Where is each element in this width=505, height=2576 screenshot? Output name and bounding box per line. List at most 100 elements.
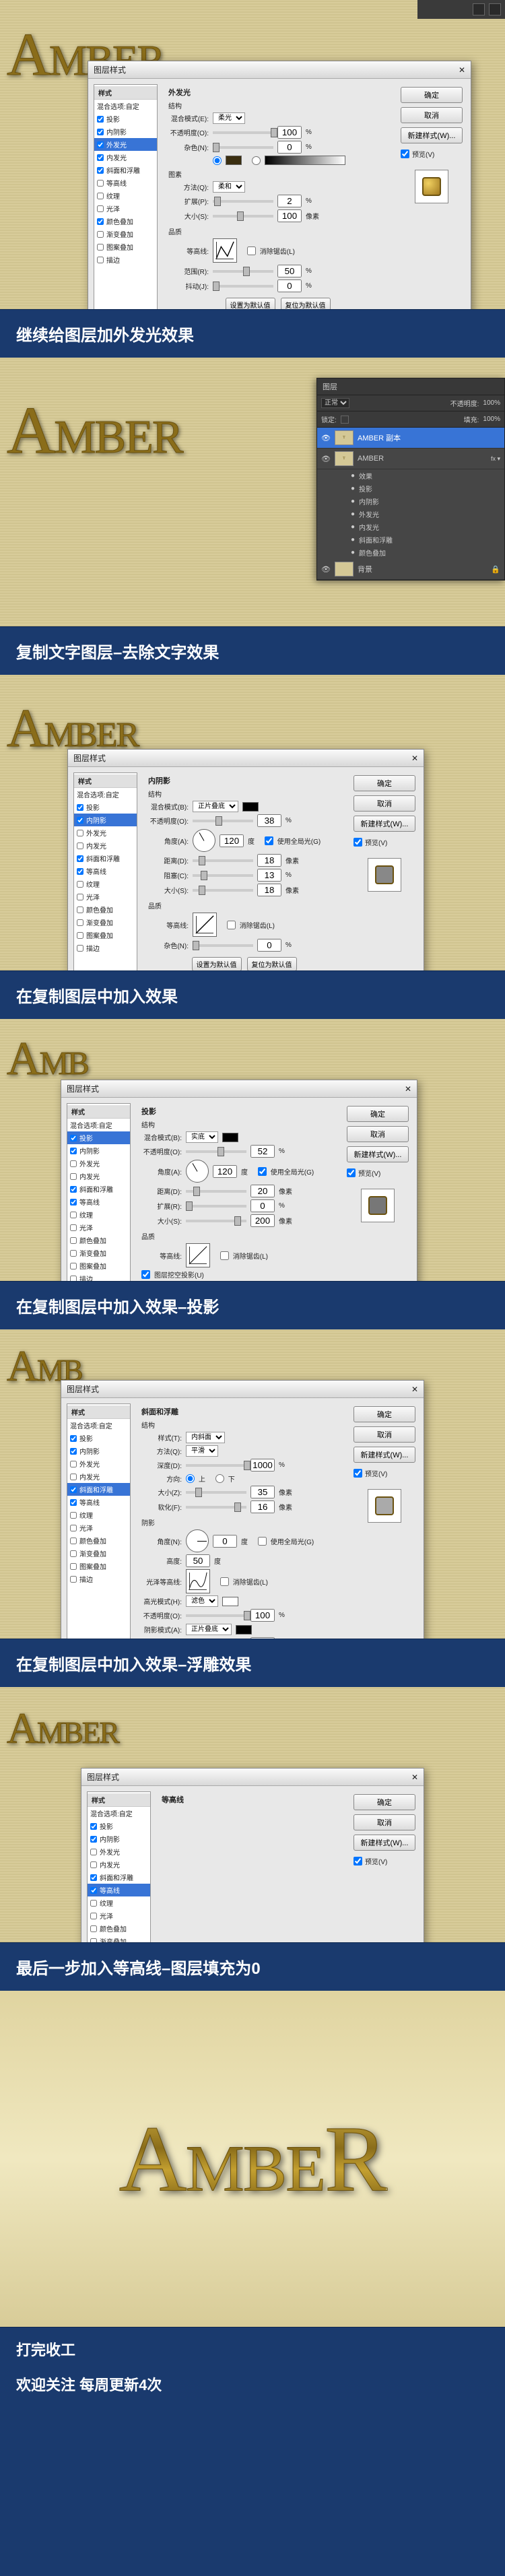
gloss-contour-picker[interactable] bbox=[186, 1569, 210, 1593]
layer-row-copy[interactable]: 👁 T AMBER 副本 bbox=[317, 428, 504, 449]
blend-mode-select[interactable]: 柔光 bbox=[213, 112, 245, 124]
style-item[interactable]: 光泽 bbox=[94, 202, 157, 215]
cancel-button[interactable]: 取消 bbox=[347, 1126, 409, 1142]
sh-opacity-input[interactable] bbox=[250, 1637, 275, 1639]
noise-slider[interactable] bbox=[193, 944, 253, 947]
highlight-mode-select[interactable]: 滤色 bbox=[186, 1595, 218, 1607]
angle-dial[interactable] bbox=[193, 829, 215, 852]
spread-slider[interactable] bbox=[186, 1205, 246, 1208]
ok-button[interactable]: 确定 bbox=[354, 775, 415, 791]
style-item[interactable]: 纹理 bbox=[74, 878, 137, 890]
style-item[interactable]: 描边 bbox=[74, 942, 137, 954]
global-light-check[interactable] bbox=[258, 1537, 267, 1546]
shadow-color[interactable] bbox=[222, 1133, 238, 1142]
angle-input[interactable] bbox=[220, 834, 244, 847]
style-item[interactable]: 等高线 bbox=[94, 176, 157, 189]
layer-row-bg[interactable]: 👁 背景 🔒 bbox=[317, 559, 504, 580]
size-slider[interactable] bbox=[193, 889, 253, 892]
choke-input[interactable] bbox=[257, 869, 281, 882]
style-item[interactable]: 内发光 bbox=[94, 151, 157, 164]
new-style-button[interactable]: 新建样式(W)... bbox=[354, 1447, 415, 1463]
distance-input[interactable] bbox=[257, 854, 281, 867]
style-item[interactable]: 外发光 bbox=[74, 826, 137, 839]
fill-value[interactable]: 100% bbox=[483, 416, 500, 423]
layers-tab[interactable]: 图层 bbox=[317, 378, 504, 395]
size-input[interactable] bbox=[277, 209, 302, 222]
fx-item[interactable]: ● 内发光 bbox=[317, 521, 504, 533]
bevel-style-select[interactable]: 内斜面 bbox=[186, 1432, 225, 1443]
size-input[interactable] bbox=[257, 884, 281, 896]
hl-opacity-input[interactable] bbox=[250, 1609, 275, 1622]
dir-down-radio[interactable] bbox=[215, 1474, 224, 1483]
shadow-color[interactable] bbox=[236, 1625, 252, 1634]
style-item-active[interactable]: 外发光 bbox=[94, 138, 157, 151]
fx-badge[interactable]: fx ▾ bbox=[491, 455, 500, 463]
blend-mode-select[interactable]: 正常 bbox=[321, 398, 349, 408]
altitude-input[interactable] bbox=[186, 1554, 210, 1567]
depth-slider[interactable] bbox=[186, 1464, 246, 1467]
shadow-color[interactable] bbox=[242, 802, 259, 812]
visibility-icon[interactable]: 👁 bbox=[321, 433, 331, 442]
set-default-button[interactable]: 设置为默认值 bbox=[226, 298, 275, 310]
style-item[interactable]: 渐变叠加 bbox=[94, 228, 157, 240]
distance-slider[interactable] bbox=[193, 859, 253, 862]
close-icon[interactable]: ✕ bbox=[459, 65, 465, 75]
style-item[interactable]: 投影 bbox=[74, 801, 137, 814]
ok-button[interactable]: 确定 bbox=[401, 87, 463, 103]
blend-mode-select[interactable]: 正片叠底 bbox=[193, 801, 238, 812]
close-icon[interactable]: ✕ bbox=[411, 1385, 418, 1394]
style-item[interactable]: 图案叠加 bbox=[94, 240, 157, 253]
glow-gradient[interactable] bbox=[265, 156, 345, 165]
opacity-slider[interactable] bbox=[213, 131, 273, 134]
dialog-titlebar[interactable]: 图层样式✕ bbox=[61, 1080, 417, 1098]
visibility-icon[interactable]: 👁 bbox=[321, 454, 331, 463]
style-item-active[interactable]: 内阴影 bbox=[74, 814, 137, 826]
new-style-button[interactable]: 新建样式(W)... bbox=[347, 1146, 409, 1162]
global-light-check[interactable] bbox=[265, 836, 273, 845]
technique-select[interactable]: 柔和 bbox=[213, 181, 245, 193]
cancel-button[interactable]: 取消 bbox=[401, 107, 463, 123]
soften-input[interactable] bbox=[250, 1500, 275, 1513]
jitter-slider[interactable] bbox=[213, 285, 273, 288]
style-item[interactable]: 斜面和浮雕 bbox=[94, 164, 157, 176]
tool-icon[interactable] bbox=[489, 3, 501, 15]
style-item-active[interactable]: 斜面和浮雕 bbox=[67, 1483, 130, 1496]
ok-button[interactable]: 确定 bbox=[347, 1106, 409, 1122]
new-style-button[interactable]: 新建样式(W)... bbox=[354, 816, 415, 832]
size-slider[interactable] bbox=[186, 1491, 246, 1494]
antialias-check[interactable] bbox=[247, 246, 256, 255]
knockout-check[interactable] bbox=[141, 1270, 150, 1279]
opacity-value[interactable]: 100% bbox=[483, 399, 500, 407]
spread-slider[interactable] bbox=[213, 200, 273, 203]
angle-input[interactable] bbox=[213, 1165, 237, 1178]
style-item[interactable]: 内发光 bbox=[74, 839, 137, 852]
reset-default-button[interactable]: 复位为默认值 bbox=[247, 957, 297, 971]
style-item[interactable]: 等高线 bbox=[74, 865, 137, 878]
spread-input[interactable] bbox=[250, 1199, 275, 1212]
opacity-input[interactable] bbox=[277, 126, 302, 139]
fx-item[interactable]: ● 内阴影 bbox=[317, 495, 504, 508]
hl-opacity-slider[interactable] bbox=[186, 1614, 246, 1617]
new-style-button[interactable]: 新建样式(W)... bbox=[354, 1835, 415, 1851]
ok-button[interactable]: 确定 bbox=[354, 1794, 415, 1810]
opacity-input[interactable] bbox=[257, 814, 281, 827]
preview-check[interactable] bbox=[401, 150, 409, 158]
close-icon[interactable]: ✕ bbox=[405, 1084, 411, 1094]
preview-check[interactable] bbox=[354, 1857, 362, 1865]
preview-check[interactable] bbox=[354, 1469, 362, 1478]
spread-input[interactable] bbox=[277, 195, 302, 207]
glow-color-swatch[interactable] bbox=[226, 156, 242, 165]
noise-slider[interactable] bbox=[213, 146, 273, 149]
choke-slider[interactable] bbox=[193, 874, 253, 877]
ok-button[interactable]: 确定 bbox=[354, 1406, 415, 1422]
angle-input[interactable] bbox=[213, 1535, 237, 1548]
style-blend-default[interactable]: 混合选项:自定 bbox=[74, 788, 137, 801]
preview-check[interactable] bbox=[354, 838, 362, 847]
dir-up-radio[interactable] bbox=[186, 1474, 195, 1483]
style-item[interactable]: 颜色叠加 bbox=[94, 215, 157, 228]
antialias-check[interactable] bbox=[220, 1577, 229, 1586]
style-item[interactable]: 投影 bbox=[94, 112, 157, 125]
distance-input[interactable] bbox=[250, 1185, 275, 1197]
dialog-titlebar[interactable]: 图层样式✕ bbox=[61, 1381, 424, 1398]
visibility-icon[interactable]: 👁 bbox=[321, 564, 331, 574]
